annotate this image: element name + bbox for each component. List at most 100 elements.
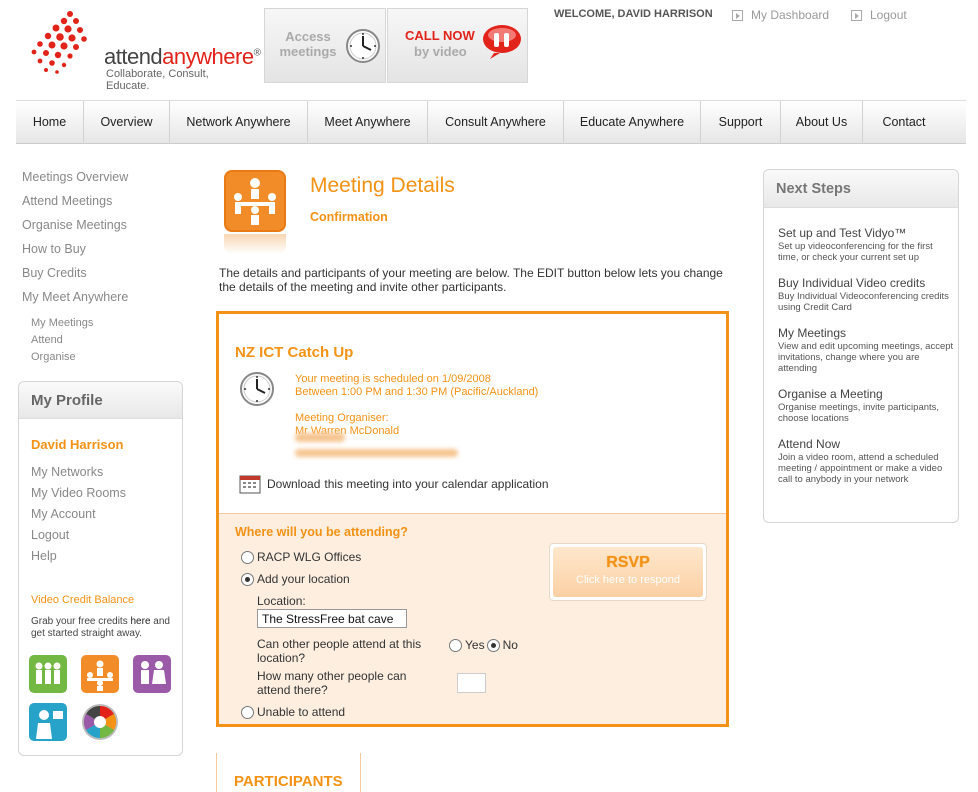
- next-step-item: Set up and Test Vidyo™ Set up videoconfe…: [778, 226, 954, 263]
- left-nav-meetings-overview[interactable]: Meetings Overview: [22, 170, 128, 194]
- rsvp-button[interactable]: RSVP Click here to respond: [549, 543, 707, 601]
- next-step-setup-link[interactable]: Set up and Test Vidyo™: [778, 226, 954, 240]
- redacted-text: [295, 433, 345, 442]
- nav-home[interactable]: Home: [16, 101, 84, 144]
- play-bullet-icon: [732, 9, 743, 21]
- call-now-icon: [483, 25, 521, 59]
- nav-about-us[interactable]: About Us: [781, 101, 863, 144]
- profile-link-account[interactable]: My Account: [31, 507, 126, 528]
- left-subnav-organise[interactable]: Organise: [31, 351, 93, 368]
- radio-unable[interactable]: Unable to attend: [241, 705, 345, 719]
- credit-text-before: Grab your free credits: [31, 616, 131, 627]
- rsvp-title: RSVP: [606, 554, 650, 571]
- consult-icon[interactable]: [133, 655, 171, 693]
- credit-text: Grab your free credits here and get star…: [31, 616, 181, 640]
- meeting-icon-reflection: [224, 234, 286, 254]
- next-step-setup-desc: Set up videoconferencing for the first t…: [778, 241, 933, 263]
- attendance-question: Where will you be attending?: [235, 525, 408, 539]
- radio-button[interactable]: [241, 550, 254, 564]
- next-step-my-meetings-desc: View and edit upcoming meetings, accept …: [778, 341, 954, 374]
- profile-link-logout[interactable]: Logout: [31, 528, 126, 549]
- next-step-organise-link[interactable]: Organise a Meeting: [778, 387, 954, 401]
- next-step-item: Buy Individual Video credits Buy Individ…: [778, 276, 954, 313]
- meeting-schedule-time: Between 1:00 PM and 1:30 PM (Pacific/Auc…: [295, 386, 539, 398]
- radio-unable-label: Unable to attend: [257, 705, 346, 719]
- call-now-sub: by video: [414, 44, 467, 59]
- logout-label: Logout: [870, 8, 907, 22]
- radio-add-location-label: Add your location: [257, 572, 350, 586]
- people-count-input[interactable]: [457, 673, 486, 693]
- clock-icon: [240, 372, 274, 406]
- logout-link[interactable]: Logout: [851, 8, 907, 22]
- left-nav-attend-meetings[interactable]: Attend Meetings: [22, 194, 128, 218]
- call-now-button[interactable]: CALL NOW by video: [387, 8, 528, 83]
- next-step-item: My Meetings View and edit upcoming meeti…: [778, 326, 954, 374]
- color-wheel-icon[interactable]: [81, 703, 119, 741]
- redacted-text: [295, 449, 458, 457]
- nav-network-anywhere[interactable]: Network Anywhere: [170, 101, 308, 144]
- radio-office[interactable]: RACP WLG Offices: [241, 550, 361, 564]
- left-nav-my-meet-anywhere[interactable]: My Meet Anywhere: [22, 290, 128, 314]
- call-now-title: CALL NOW: [405, 28, 475, 43]
- credit-here-link[interactable]: here: [130, 616, 150, 627]
- others-attend-options: Yes No: [449, 638, 518, 652]
- radio-button[interactable]: [241, 705, 254, 719]
- others-attend-question: Can other people attend at this location…: [257, 637, 422, 665]
- network-icon[interactable]: [29, 655, 67, 693]
- radio-yes[interactable]: [449, 638, 462, 652]
- page-intro: The details and participants of your mee…: [219, 266, 723, 294]
- left-subnav-attend[interactable]: Attend: [31, 334, 93, 351]
- left-nav-buy-credits[interactable]: Buy Credits: [22, 266, 128, 290]
- main-nav: Home Overview Network Anywhere Meet Anyw…: [16, 100, 966, 144]
- nav-meet-anywhere[interactable]: Meet Anywhere: [308, 101, 428, 144]
- page-title: Meeting Details: [310, 174, 455, 197]
- rsvp-sub: Click here to respond: [576, 574, 680, 586]
- nav-support[interactable]: Support: [701, 101, 781, 144]
- logo-dots-icon: [31, 11, 87, 74]
- attendance-form: Where will you be attending? RACP WLG Of…: [219, 513, 726, 724]
- my-profile-panel: My Profile David Harrison My Networks My…: [18, 381, 183, 756]
- educate-icon[interactable]: [29, 703, 67, 741]
- radio-office-label: RACP WLG Offices: [257, 550, 362, 564]
- next-step-attend-now-desc: Join a video room, attend a scheduled me…: [778, 452, 943, 485]
- radio-yes-label: Yes: [465, 638, 485, 652]
- welcome-message: WELCOME, DAVID HARRISON: [554, 8, 713, 20]
- next-step-organise-desc: Organise meetings, invite participants, …: [778, 402, 940, 424]
- profile-link-video-rooms[interactable]: My Video Rooms: [31, 486, 126, 507]
- credit-balance-title: Video Credit Balance: [31, 594, 135, 606]
- meet-icon[interactable]: [81, 655, 119, 693]
- logo-prefix: attend: [104, 44, 163, 69]
- meeting-details-panel: NZ ICT Catch Up Your meeting is schedule…: [216, 311, 729, 727]
- my-dashboard-label: My Dashboard: [751, 8, 830, 22]
- radio-button-selected[interactable]: [241, 572, 254, 586]
- radio-add-location[interactable]: Add your location: [241, 572, 350, 586]
- profile-name: David Harrison: [31, 437, 124, 452]
- page-subtitle: Confirmation: [310, 210, 388, 224]
- next-step-my-meetings-link[interactable]: My Meetings: [778, 326, 954, 340]
- next-steps-panel: Next Steps Set up and Test Vidyo™ Set up…: [763, 169, 959, 523]
- download-link[interactable]: Download: [267, 477, 320, 491]
- profile-link-networks[interactable]: My Networks: [31, 465, 126, 486]
- next-step-attend-now-link[interactable]: Attend Now: [778, 437, 954, 451]
- radio-no[interactable]: [486, 638, 500, 652]
- access-meetings-button[interactable]: Access meetings: [264, 8, 386, 83]
- logo-wordmark: attendanywhere®: [104, 44, 261, 70]
- meeting-icon: [224, 170, 286, 232]
- logo[interactable]: attendanywhere® Collaborate, Consult, Ed…: [26, 8, 261, 92]
- nav-educate-anywhere[interactable]: Educate Anywhere: [564, 101, 701, 144]
- nav-consult-anywhere[interactable]: Consult Anywhere: [428, 101, 564, 144]
- my-dashboard-link[interactable]: My Dashboard: [732, 8, 829, 22]
- radio-no-label: No: [502, 638, 518, 652]
- profile-link-help[interactable]: Help: [31, 549, 126, 570]
- next-step-buy-credits-link[interactable]: Buy Individual Video credits: [778, 276, 954, 290]
- left-nav-how-to-buy[interactable]: How to Buy: [22, 242, 128, 266]
- nav-contact[interactable]: Contact: [863, 101, 945, 144]
- left-subnav-my-meetings[interactable]: My Meetings: [31, 317, 93, 334]
- participants-section: PARTICIPANTS: [216, 753, 361, 792]
- left-nav-organise-meetings[interactable]: Organise Meetings: [22, 218, 128, 242]
- access-meetings-label: Access meetings: [279, 29, 337, 59]
- next-step-buy-credits-desc: Buy Individual Videoconferencing credits…: [778, 291, 949, 313]
- left-nav: Meetings Overview Attend Meetings Organi…: [22, 170, 128, 314]
- nav-overview[interactable]: Overview: [84, 101, 170, 144]
- location-input[interactable]: [257, 609, 407, 628]
